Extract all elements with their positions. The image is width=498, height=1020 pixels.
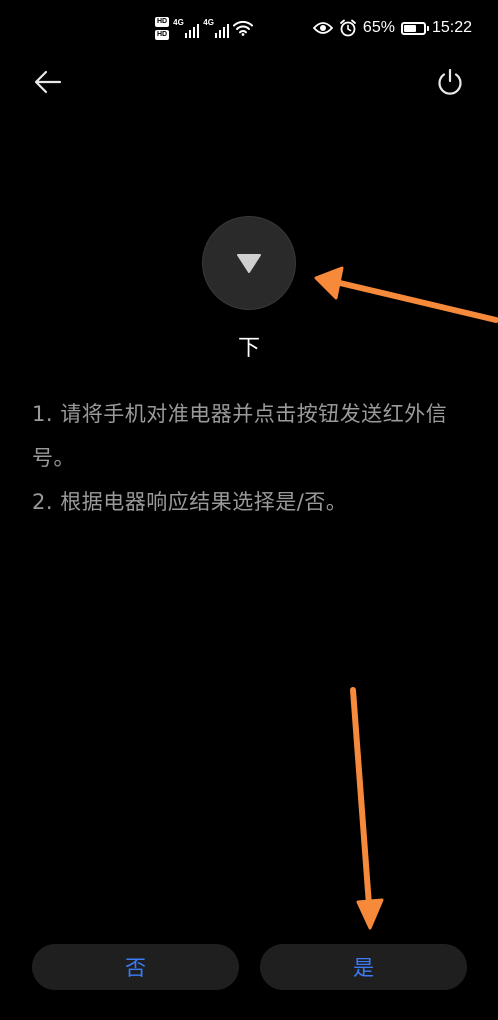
- instruction-step-2: 2. 根据电器响应结果选择是/否。: [32, 490, 348, 514]
- down-key-button[interactable]: [202, 216, 296, 310]
- battery-icon: [400, 21, 429, 35]
- status-bar: HD HD 4G 4G 65% 15:22: [0, 0, 498, 52]
- back-button[interactable]: [28, 62, 68, 102]
- network-type-sim2: 4G: [203, 18, 214, 27]
- hd-badge-1: HD: [155, 16, 170, 27]
- signal-icon: [184, 22, 200, 38]
- signal-sim1: 4G: [173, 18, 200, 38]
- status-left: HD HD 4G 4G: [155, 14, 254, 42]
- hd-badge-2: HD: [155, 29, 170, 40]
- wifi-icon: [233, 20, 254, 36]
- annotation-arrow-to-yes: [350, 687, 384, 930]
- eye-icon: [312, 21, 333, 35]
- instructions: 1. 请将手机对准电器并点击按钮发送红外信号。 2. 根据电器响应结果选择是/否…: [32, 392, 472, 524]
- battery-level-fill: [403, 24, 416, 32]
- hd-indicators: HD HD: [155, 16, 170, 40]
- no-button[interactable]: 否: [32, 944, 239, 990]
- key-label: 下: [237, 336, 260, 361]
- back-arrow-icon: [34, 70, 62, 94]
- instruction-step-1: 1. 请将手机对准电器并点击按钮发送红外信号。: [32, 402, 448, 470]
- alarm-icon: [339, 19, 357, 37]
- triangle-down-icon: [236, 253, 262, 273]
- clock-time: 15:22: [431, 19, 472, 36]
- status-right: 65% 15:22: [312, 14, 472, 42]
- power-button[interactable]: [430, 62, 470, 102]
- signal-icon: [214, 22, 230, 38]
- annotation-arrow-to-key: [314, 266, 498, 323]
- network-type-sim1: 4G: [173, 18, 184, 27]
- signal-sim2: 4G: [203, 18, 230, 38]
- battery-percent: 65%: [362, 19, 395, 36]
- yes-button[interactable]: 是: [260, 944, 467, 990]
- power-icon: [435, 67, 465, 97]
